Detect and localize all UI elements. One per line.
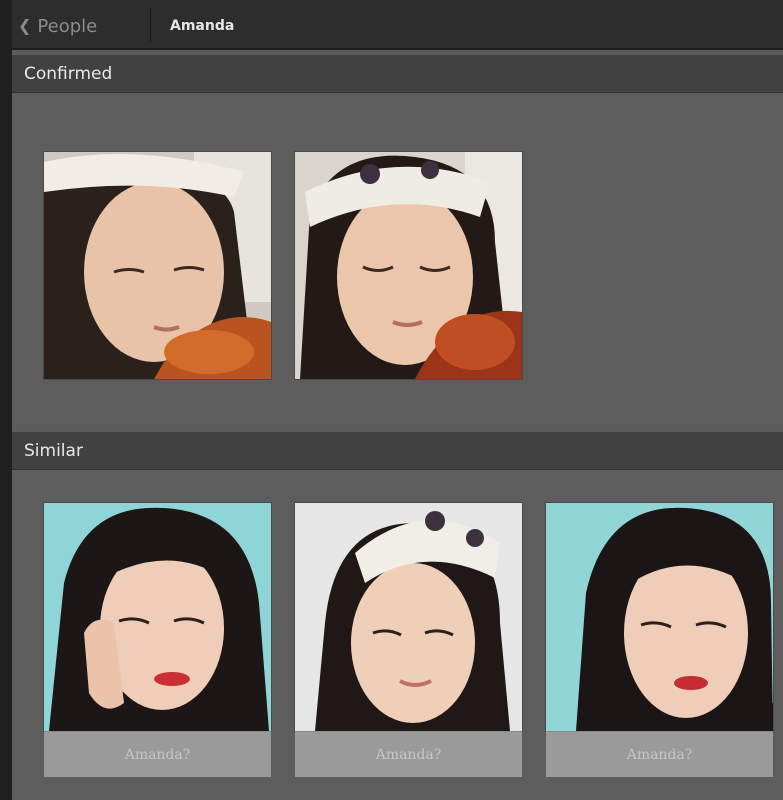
portrait-violin-headband-2-icon	[295, 152, 522, 379]
nav-divider	[150, 8, 151, 42]
confirmed-section-title: Confirmed	[24, 64, 113, 84]
similar-name-input-1[interactable]: Amanda?	[44, 731, 271, 777]
person-name-title: Amanda	[170, 18, 235, 34]
similar-name-input-2[interactable]: Amanda?	[295, 731, 522, 777]
portrait-hand-on-cheek-icon	[44, 503, 271, 731]
left-panel-edge	[0, 0, 12, 800]
back-label: People	[37, 15, 98, 37]
similar-photo-3[interactable]	[546, 503, 773, 731]
portrait-headband-smile-icon	[295, 503, 522, 731]
people-window: ❮ People Amanda Confirmed Similar Amanda…	[0, 0, 783, 800]
similar-section-header[interactable]: Similar	[12, 432, 783, 470]
top-navigation-bar: ❮ People Amanda	[0, 0, 783, 50]
chevron-left-icon: ❮	[18, 16, 32, 35]
confirmed-photo-1[interactable]	[44, 152, 271, 379]
portrait-violin-headband-1-icon	[44, 152, 271, 379]
confirmed-photo-2[interactable]	[295, 152, 522, 379]
back-to-people-button[interactable]: ❮ People	[18, 12, 97, 40]
confirmed-section-header[interactable]: Confirmed	[12, 55, 783, 93]
similar-name-input-3[interactable]: Amanda?	[546, 731, 773, 777]
similar-section-title: Similar	[24, 441, 83, 461]
portrait-red-lips-icon	[546, 503, 773, 731]
similar-photo-2[interactable]	[295, 503, 522, 731]
similar-photo-1[interactable]	[44, 503, 271, 731]
